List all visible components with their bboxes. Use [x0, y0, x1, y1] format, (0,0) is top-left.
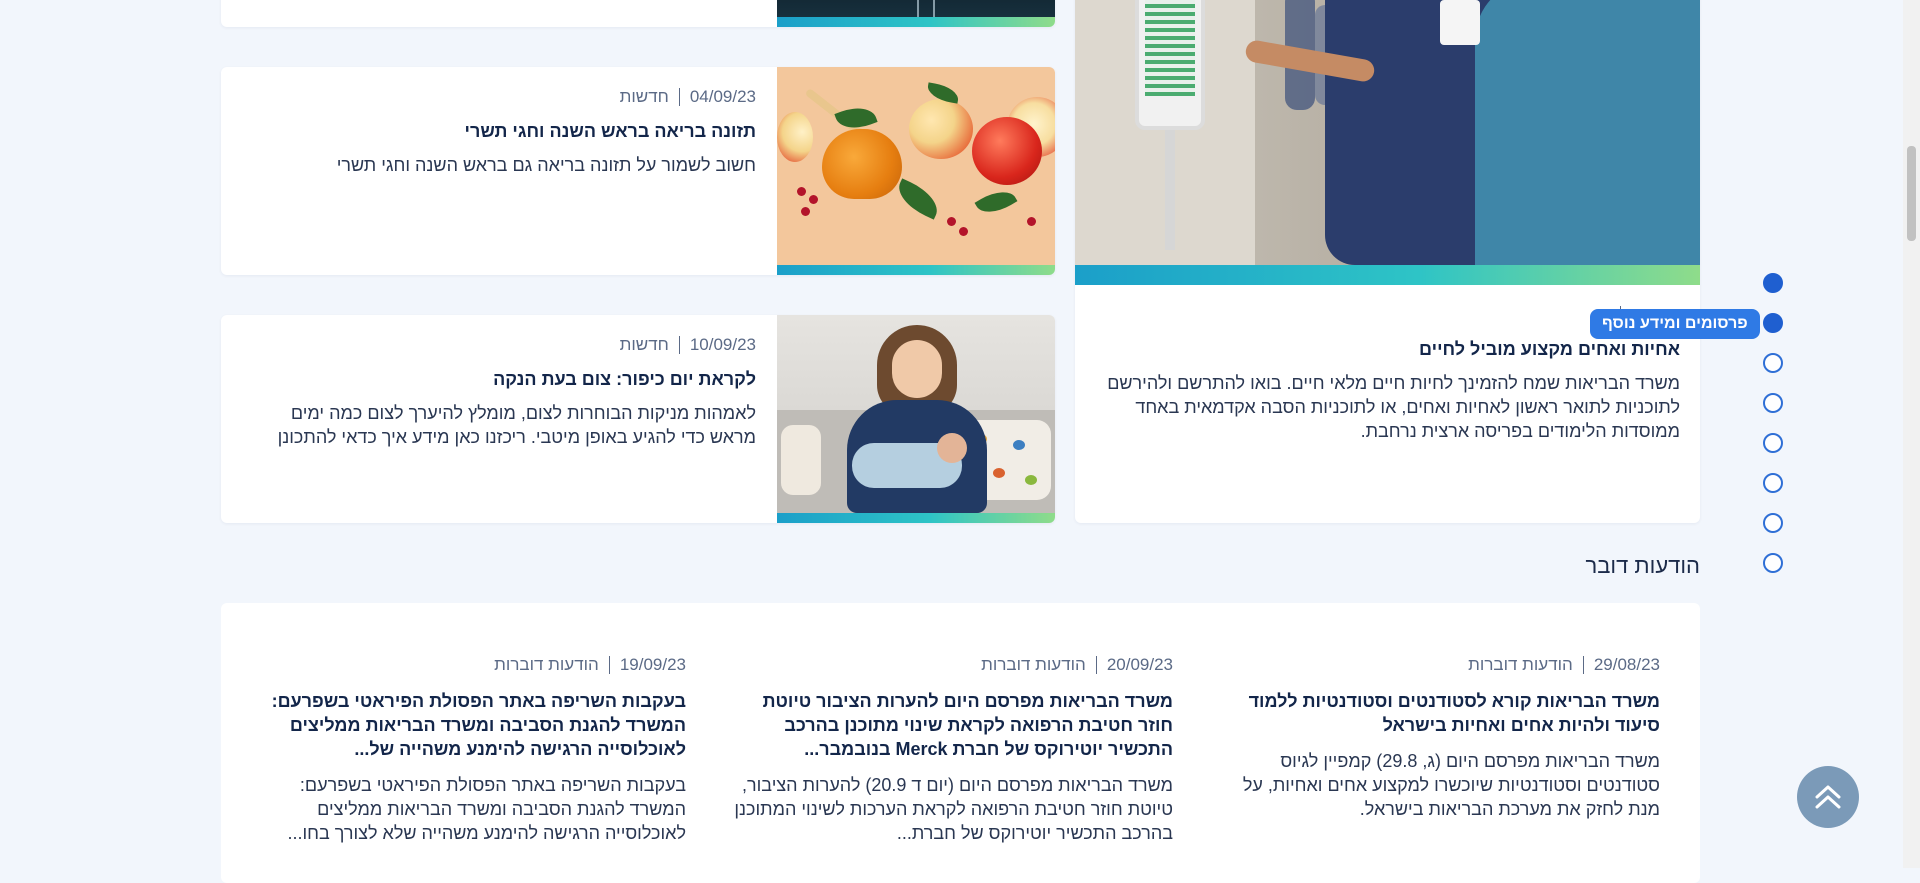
section-nav-dot-active[interactable]	[1763, 313, 1783, 333]
featured-description: משרד הבריאות שמח להזמינך לחיות חיים מלאי…	[1107, 373, 1680, 441]
announcement-description: בעקבות השריפה באתר הפסולת הפיראטי בשפרעם…	[287, 775, 687, 843]
scrollbar-thumb[interactable]	[1907, 146, 1916, 241]
announcement-date: 19/09/23	[619, 655, 686, 674]
meta-separator	[608, 656, 610, 674]
article-card[interactable]: 04/09/23 חדשות תזונה בריאה בראש השנה וחג…	[221, 67, 1055, 275]
article-card[interactable]: 10/09/23 חדשות לקראת יום כיפור: צום בעת …	[221, 315, 1055, 523]
section-heading: הודעות דובר	[1585, 553, 1700, 578]
gradient-strip	[1075, 265, 1700, 285]
page-scrollbar[interactable]	[1903, 0, 1920, 868]
announcement-category: הודעות דוברות	[981, 655, 1086, 674]
article-image	[777, 0, 1055, 17]
announcement-title[interactable]: משרד הבריאות מפרסם היום להערות הציבור טי…	[733, 689, 1173, 761]
article-description: חשוב לשמור על תזונה בריאה גם בראש השנה ו…	[336, 155, 756, 175]
gradient-strip	[777, 17, 1055, 27]
featured-article-card[interactable]: חדשות אחיות ואחים מקצוע מוביל לחיים משרד…	[1075, 0, 1700, 523]
section-nav-dot[interactable]	[1763, 433, 1783, 453]
announcement-date: 20/09/23	[1106, 655, 1173, 674]
announcement-category: הודעות דוברות	[1468, 655, 1573, 674]
section-nav-dot[interactable]	[1763, 513, 1783, 533]
featured-title[interactable]: אחיות ואחים מקצוע מוביל לחיים	[1095, 337, 1680, 361]
article-title[interactable]: תזונה בריאה בראש השנה וחגי תשרי	[246, 119, 756, 143]
section-nav-dot[interactable]	[1763, 553, 1783, 573]
article-image	[777, 315, 1055, 513]
section-nav-dot[interactable]	[1763, 473, 1783, 493]
announcement-meta: 20/09/23 הודעות דוברות	[733, 655, 1173, 675]
announcement-description: משרד הבריאות מפרסם היום (יום ד 20.9) להע…	[734, 775, 1173, 843]
announcement-date: 29/08/23	[1593, 655, 1660, 674]
glass-shape	[917, 0, 935, 17]
gradient-strip	[777, 513, 1055, 523]
honey-jar	[822, 129, 902, 199]
article-date: 04/09/23	[689, 87, 756, 106]
meta-separator	[678, 336, 680, 354]
announcement-description: משרד הבריאות מפרסם היום (ג, 29.8) קמפיין…	[1242, 751, 1660, 819]
article-category: חדשות	[619, 335, 669, 354]
article-description: לאמהות מניקות הבוחרות לצום, מומלץ להיערך…	[277, 403, 756, 447]
meta-separator	[678, 88, 680, 106]
announcement-meta: 19/09/23 הודעות דוברות	[246, 655, 686, 675]
article-category: חדשות	[619, 87, 669, 106]
double-chevron-up-icon	[1815, 785, 1841, 809]
section-nav-dot[interactable]	[1763, 393, 1783, 413]
meta-separator	[1095, 656, 1097, 674]
section-nav-dot[interactable]	[1763, 273, 1783, 293]
article-image	[777, 67, 1055, 265]
scroll-to-top-button[interactable]	[1797, 766, 1859, 828]
article-meta: 10/09/23 חדשות	[246, 335, 756, 355]
gradient-strip	[777, 265, 1055, 275]
announcement-category: הודעות דוברות	[494, 655, 599, 674]
article-title[interactable]: לקראת יום כיפור: צום בעת הנקה	[246, 367, 756, 391]
article-card-partial[interactable]	[221, 0, 1055, 27]
announcement-title[interactable]: משרד הבריאות קורא לסטודנטים וסטודנטיות ל…	[1220, 689, 1660, 737]
announcements-panel: 29/08/23 הודעות דוברות משרד הבריאות קורא…	[221, 603, 1700, 883]
announcement-title[interactable]: בעקבות השריפה באתר הפסולת הפיראטי בשפרעם…	[246, 689, 686, 761]
announcement-meta: 29/08/23 הודעות דוברות	[1220, 655, 1660, 675]
article-date: 10/09/23	[689, 335, 756, 354]
meta-separator	[1582, 656, 1584, 674]
featured-image	[1075, 0, 1700, 265]
section-nav-dot[interactable]	[1763, 353, 1783, 373]
announcement-item[interactable]: 19/09/23 הודעות דוברות בעקבות השריפה באת…	[246, 655, 686, 845]
article-meta: 04/09/23 חדשות	[246, 87, 756, 107]
section-nav-tooltip: פרסומים ומידע נוסף	[1590, 309, 1760, 339]
announcement-item[interactable]: 20/09/23 הודעות דוברות משרד הבריאות מפרס…	[733, 655, 1173, 845]
announcement-item[interactable]: 29/08/23 הודעות דוברות משרד הבריאות קורא…	[1220, 655, 1660, 821]
